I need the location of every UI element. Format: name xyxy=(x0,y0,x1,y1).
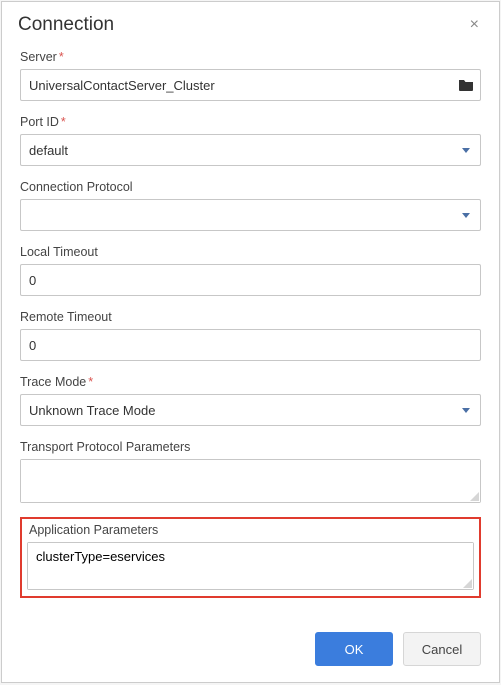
local-timeout-label: Local Timeout xyxy=(20,245,481,259)
dialog-header: Connection × xyxy=(2,2,499,44)
transport-protocol-parameters-wrap[interactable] xyxy=(20,459,481,503)
trace-mode-input[interactable] xyxy=(21,395,452,425)
connection-dialog: Connection × Server* Port ID* xyxy=(1,1,500,683)
port-id-label: Port ID* xyxy=(20,115,481,129)
local-timeout-input[interactable] xyxy=(21,265,480,295)
required-marker: * xyxy=(59,50,64,64)
field-connection-protocol: Connection Protocol xyxy=(20,180,481,231)
cancel-button[interactable]: Cancel xyxy=(403,632,481,666)
field-application-parameters: Application Parameters clusterType=eserv… xyxy=(27,523,474,590)
server-label: Server* xyxy=(20,50,481,64)
field-local-timeout: Local Timeout xyxy=(20,245,481,296)
ok-button[interactable]: OK xyxy=(315,632,393,666)
application-parameters-label: Application Parameters xyxy=(29,523,474,537)
folder-icon[interactable] xyxy=(452,78,480,92)
chevron-down-icon[interactable] xyxy=(452,148,480,153)
connection-protocol-select[interactable] xyxy=(20,199,481,231)
port-id-label-text: Port ID xyxy=(20,115,59,129)
application-parameters-wrap[interactable]: clusterType=eservices xyxy=(27,542,474,590)
transport-protocol-parameters-label: Transport Protocol Parameters xyxy=(20,440,481,454)
server-input-wrap[interactable] xyxy=(20,69,481,101)
required-marker: * xyxy=(88,375,93,389)
trace-mode-label-text: Trace Mode xyxy=(20,375,86,389)
field-transport-protocol-parameters: Transport Protocol Parameters xyxy=(20,440,481,503)
field-trace-mode: Trace Mode* xyxy=(20,375,481,426)
server-input[interactable] xyxy=(21,70,452,100)
connection-protocol-input[interactable] xyxy=(21,200,452,230)
field-server: Server* xyxy=(20,50,481,101)
close-icon[interactable]: × xyxy=(466,15,483,35)
field-port-id: Port ID* xyxy=(20,115,481,166)
port-id-select[interactable] xyxy=(20,134,481,166)
port-id-input[interactable] xyxy=(21,135,452,165)
application-parameters-highlight: Application Parameters clusterType=eserv… xyxy=(20,517,481,598)
required-marker: * xyxy=(61,115,66,129)
dialog-body: Server* Port ID* Connection Protocol xyxy=(2,44,499,620)
dialog-title: Connection xyxy=(18,14,114,36)
application-parameters-input[interactable]: clusterType=eservices xyxy=(28,543,473,589)
chevron-down-icon[interactable] xyxy=(452,408,480,413)
server-label-text: Server xyxy=(20,50,57,64)
chevron-down-icon[interactable] xyxy=(452,213,480,218)
local-timeout-wrap[interactable] xyxy=(20,264,481,296)
connection-protocol-label: Connection Protocol xyxy=(20,180,481,194)
transport-protocol-parameters-input[interactable] xyxy=(21,460,480,502)
dialog-footer: OK Cancel xyxy=(2,620,499,682)
trace-mode-label: Trace Mode* xyxy=(20,375,481,389)
remote-timeout-label: Remote Timeout xyxy=(20,310,481,324)
trace-mode-select[interactable] xyxy=(20,394,481,426)
remote-timeout-wrap[interactable] xyxy=(20,329,481,361)
field-remote-timeout: Remote Timeout xyxy=(20,310,481,361)
remote-timeout-input[interactable] xyxy=(21,330,480,360)
